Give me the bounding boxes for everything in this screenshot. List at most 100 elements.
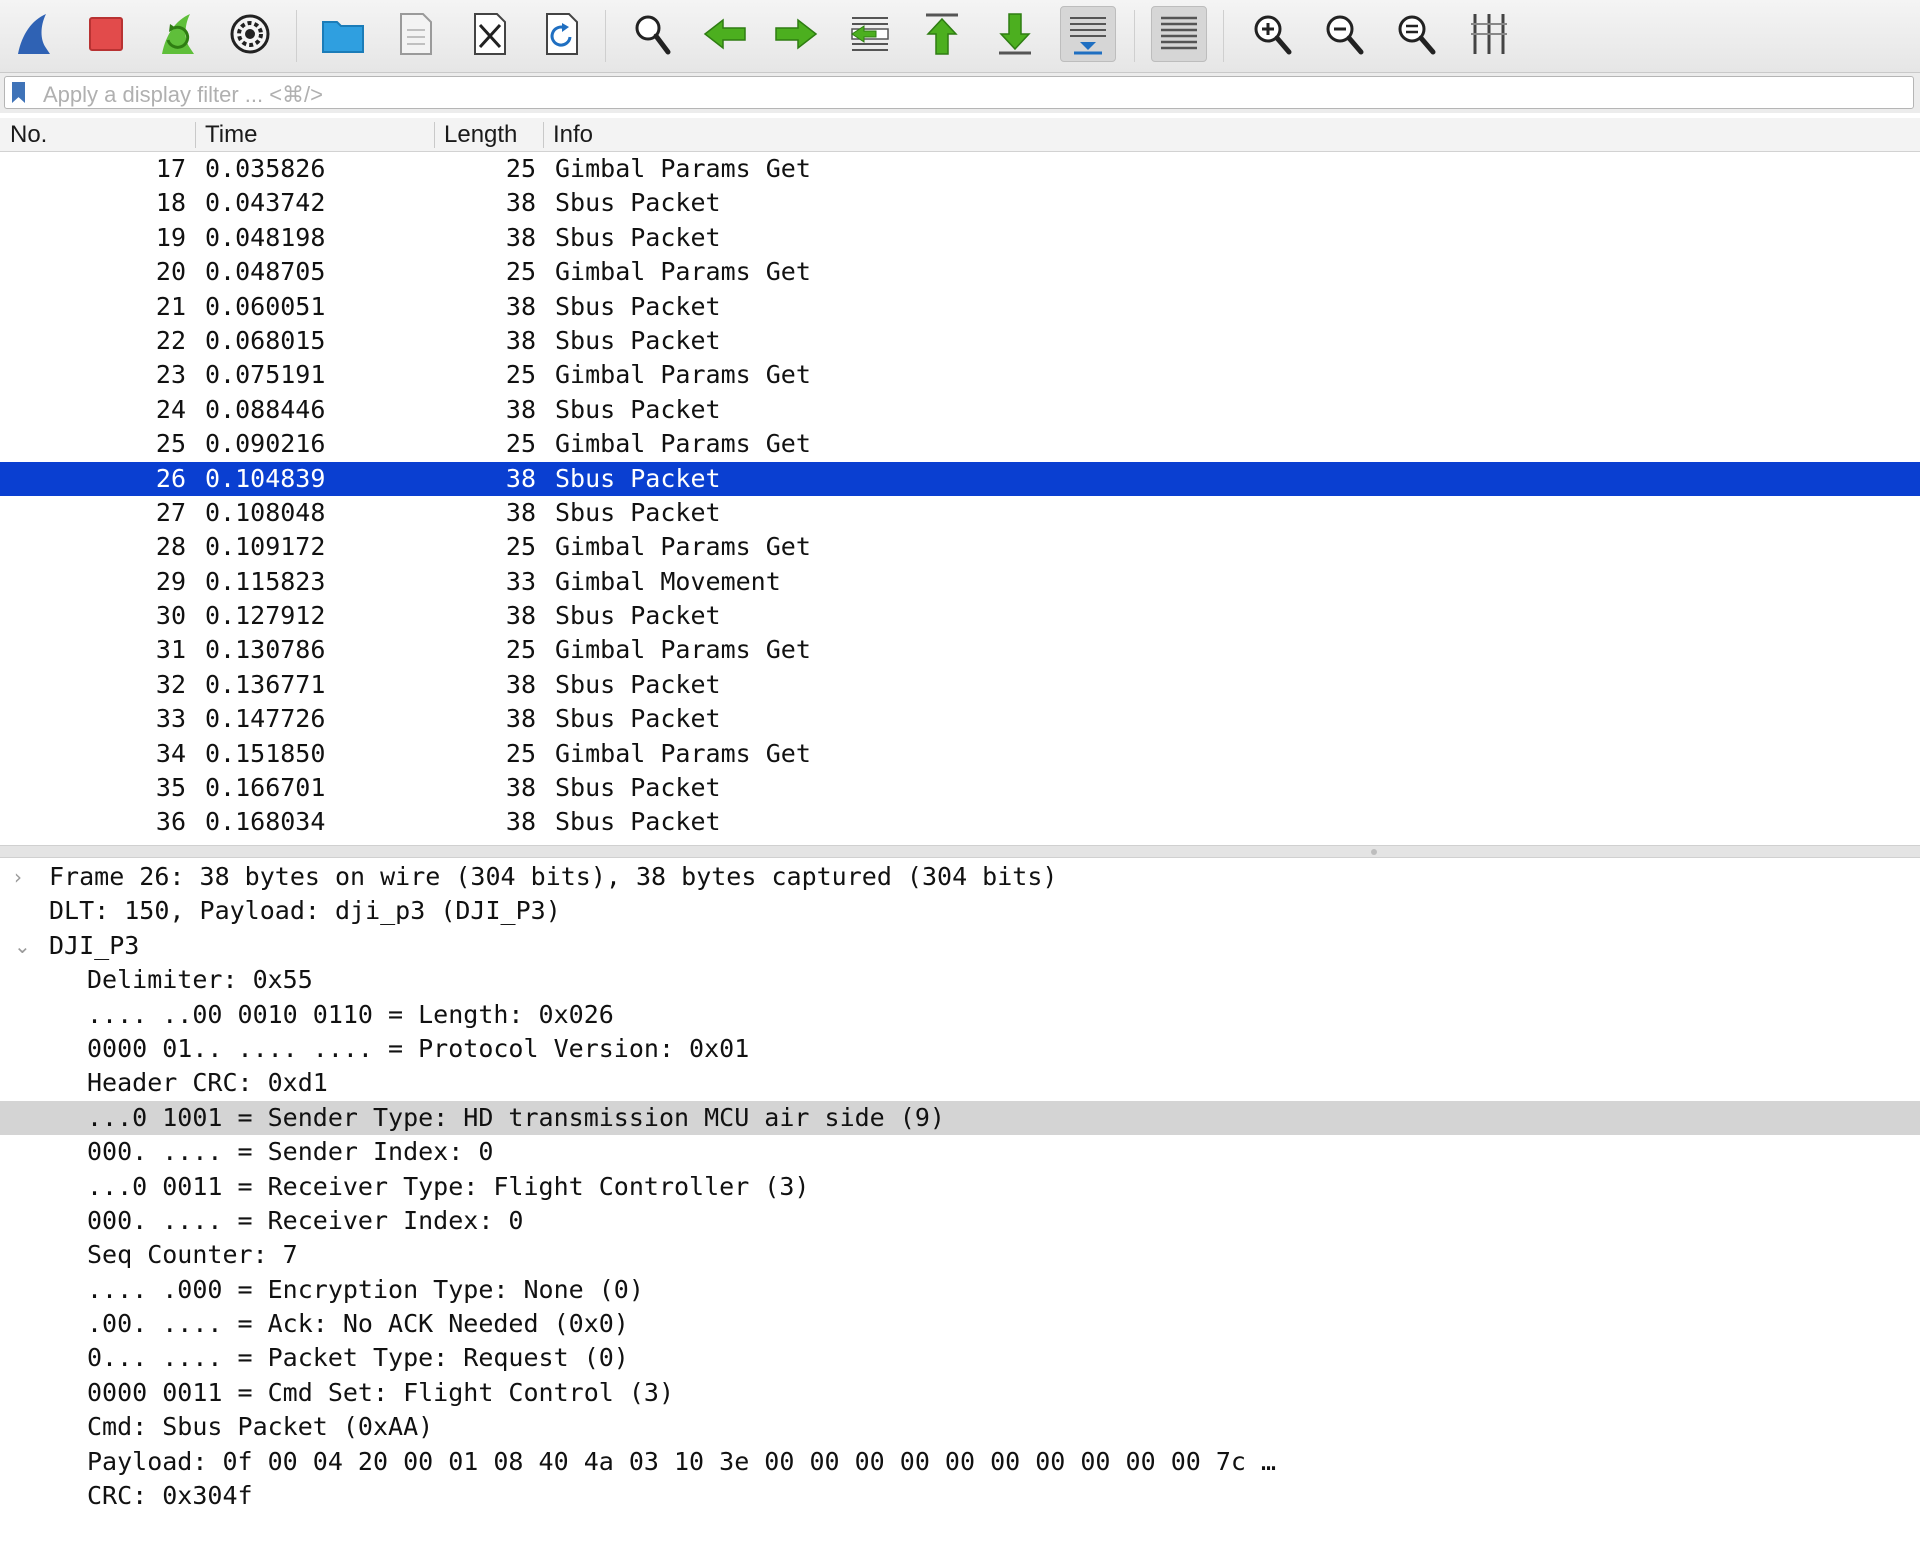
detail-tree-item[interactable]: 0000 0011 = Cmd Set: Flight Control (3) [0,1376,1920,1410]
packet-number: 22 [155,325,186,355]
detail-tree-item[interactable]: Payload: 0f 00 04 20 00 01 08 40 4a 03 1… [0,1445,1920,1479]
packet-time: 0.127912 [205,601,326,631]
detail-text: 0... .... = Packet Type: Request (0) [87,1343,629,1373]
arrow-right-icon [775,18,818,50]
packet-number: 21 [155,291,186,321]
packet-row[interactable]: 31 0.130786 25 Gimbal Params Get [0,633,1920,667]
packet-row[interactable]: 34 0.151850 25 Gimbal Params Get [0,737,1920,771]
packet-row[interactable]: 30 0.127912 38 Sbus Packet [0,599,1920,633]
packet-row[interactable]: 36 0.168034 38 Sbus Packet [0,805,1920,839]
detail-tree-item[interactable]: Header CRC: 0xd1 [0,1066,1920,1100]
arrow-up-icon [926,13,958,55]
column-header-info[interactable]: Info [553,118,593,151]
open-file-button[interactable] [315,6,371,62]
go-last-button[interactable] [987,6,1043,62]
detail-tree-item[interactable]: Seq Counter: 7 [0,1238,1920,1272]
column-divider[interactable] [543,122,544,148]
autoscroll-icon [1070,17,1106,55]
zoom-out-icon [1326,15,1364,55]
column-header-time[interactable]: Time [205,118,257,151]
close-file-icon [474,13,506,55]
packet-row[interactable]: 18 0.043742 38 Sbus Packet [0,186,1920,220]
capture-options-button[interactable] [222,6,278,62]
packet-row[interactable]: 28 0.109172 25 Gimbal Params Get [0,530,1920,564]
detail-tree-item[interactable]: › Frame 26: 38 bytes on wire (304 bits), … [0,860,1920,894]
packet-row[interactable]: 24 0.088446 38 Sbus Packet [0,393,1920,427]
detail-text: 000. .... = Receiver Index: 0 [87,1205,524,1235]
packet-row[interactable]: 20 0.048705 25 Gimbal Params Get [0,255,1920,289]
column-header-no[interactable]: No. [10,118,47,151]
detail-text: Frame 26: 38 bytes on wire (304 bits), 3… [49,862,1058,891]
go-forward-button[interactable] [768,6,824,62]
save-file-button[interactable] [387,6,443,62]
detail-tree-item[interactable]: ...0 0011 = Receiver Type: Flight Contro… [0,1170,1920,1204]
bookmark-icon[interactable] [12,82,25,103]
packet-list-header: No. Time Length Info [0,118,1920,152]
start-capture-button[interactable] [6,6,62,62]
detail-tree-item[interactable]: Delimiter: 0x55 [0,963,1920,997]
packet-row[interactable]: 32 0.136771 38 Sbus Packet [0,668,1920,702]
detail-text: ...0 0011 = Receiver Type: Flight Contro… [87,1171,810,1201]
splitter-handle[interactable] [1371,849,1377,855]
toolbar-separator [605,10,606,62]
packet-number: 36 [155,807,186,837]
close-file-button[interactable] [461,6,517,62]
zoom-out-button[interactable] [1316,6,1372,62]
packet-row[interactable]: 22 0.068015 38 Sbus Packet [0,324,1920,358]
autoscroll-button[interactable] [1060,6,1116,62]
colorize-button[interactable] [1151,6,1207,62]
packet-length: 38 [505,222,536,252]
chevron-right-icon[interactable]: › [14,860,22,894]
go-first-button[interactable] [914,6,970,62]
restart-capture-button[interactable] [150,6,206,62]
packet-row[interactable]: 35 0.166701 38 Sbus Packet [0,771,1920,805]
resize-columns-icon [1471,14,1507,54]
detail-tree-item[interactable]: .... ..00 0010 0110 = Length: 0x026 [0,998,1920,1032]
packet-time: 0.048198 [205,222,326,252]
packet-time: 0.043742 [205,188,326,218]
zoom-in-button[interactable] [1244,6,1300,62]
detail-tree-item[interactable]: Cmd: Sbus Packet (0xAA) [0,1410,1920,1444]
display-filter-input[interactable]: Apply a display filter ... <⌘/> [4,76,1914,109]
zoom-normal-icon [1398,15,1436,55]
go-to-packet-button[interactable] [842,6,898,62]
packet-info: Sbus Packet [555,497,721,527]
detail-tree-item[interactable]: CRC: 0x304f [0,1479,1920,1513]
detail-tree-item[interactable]: 000. .... = Receiver Index: 0 [0,1204,1920,1238]
packet-row[interactable]: 19 0.048198 38 Sbus Packet [0,221,1920,255]
packet-row[interactable]: 29 0.115823 33 Gimbal Movement [0,565,1920,599]
pane-splitter[interactable] [0,845,1920,858]
column-header-length[interactable]: Length [444,118,517,151]
packet-row[interactable]: 17 0.035826 25 Gimbal Params Get [0,152,1920,186]
packet-row[interactable]: 27 0.108048 38 Sbus Packet [0,496,1920,530]
packet-number: 25 [155,429,186,459]
detail-tree-item[interactable]: ...0 1001 = Sender Type: HD transmission… [0,1100,1920,1136]
packet-length: 25 [505,738,536,768]
go-back-button[interactable] [697,6,753,62]
stop-square-icon [89,17,123,51]
packet-info: Gimbal Params Get [555,360,811,390]
reload-file-button[interactable] [533,6,589,62]
detail-tree-item[interactable]: .00. .... = Ack: No ACK Needed (0x0) [0,1307,1920,1341]
packet-row[interactable]: 33 0.147726 38 Sbus Packet [0,702,1920,736]
zoom-normal-button[interactable] [1388,6,1444,62]
detail-tree-item[interactable]: ⌄ DJI_P3 [0,929,1920,963]
detail-tree-item[interactable]: 000. .... = Sender Index: 0 [0,1135,1920,1169]
packet-details-pane: › Frame 26: 38 bytes on wire (304 bits), … [0,860,1920,1560]
detail-tree-item[interactable]: DLT: 150, Payload: dji_p3 (DJI_P3) [0,894,1920,928]
packet-row[interactable]: 23 0.075191 25 Gimbal Params Get [0,358,1920,392]
stop-capture-button[interactable] [78,6,134,62]
column-divider[interactable] [195,122,196,148]
packet-row[interactable]: 26 0.104839 38 Sbus Packet [0,461,1920,496]
detail-tree-item[interactable]: 0000 01.. .... .... = Protocol Version: … [0,1032,1920,1066]
detail-tree-item[interactable]: .... .000 = Encryption Type: None (0) [0,1273,1920,1307]
packet-row[interactable]: 21 0.060051 38 Sbus Packet [0,290,1920,324]
find-packet-button[interactable] [624,6,680,62]
packet-info: Gimbal Params Get [555,257,811,287]
packet-row[interactable]: 25 0.090216 25 Gimbal Params Get [0,427,1920,461]
resize-columns-button[interactable] [1461,6,1517,62]
detail-tree-item[interactable]: 0... .... = Packet Type: Request (0) [0,1341,1920,1375]
column-divider[interactable] [434,122,435,148]
chevron-down-icon[interactable]: ⌄ [14,929,31,963]
detail-text: 0000 0011 = Cmd Set: Flight Control (3) [87,1377,674,1407]
